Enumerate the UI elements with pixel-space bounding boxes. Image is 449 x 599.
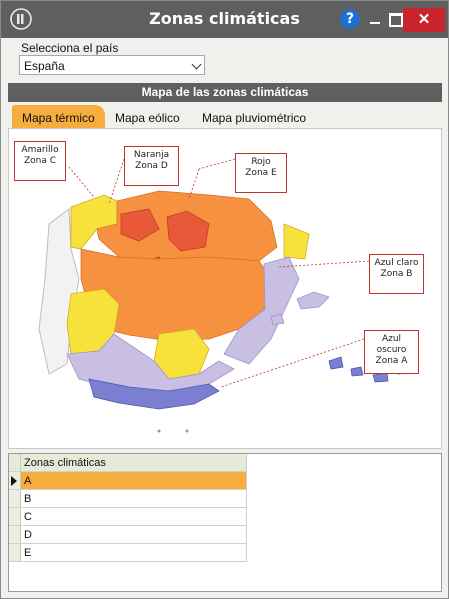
climate-map-panel: Amarillo Zona C Naranja Zona D Rojo Zona E … (8, 128, 442, 449)
country-select-value: España (24, 59, 65, 73)
callout-zone-a: Azul oscuro Zona A (364, 330, 419, 374)
row-selector[interactable] (9, 472, 21, 489)
callout-zone-e: Rojo Zona E (235, 153, 287, 193)
table-cell[interactable]: B (21, 490, 247, 507)
table-cell[interactable]: D (21, 526, 247, 543)
tab-thermal-map[interactable]: Mapa térmico (12, 105, 105, 129)
callout-zone-d: Naranja Zona D (124, 146, 179, 186)
row-selector[interactable] (9, 490, 21, 507)
table-row[interactable]: A (9, 472, 247, 490)
row-selector[interactable] (9, 544, 21, 561)
table-row[interactable]: D (9, 526, 247, 544)
app-window: Zonas climáticas ? ✕ Selecciona el país … (0, 0, 449, 599)
tab-rain-map[interactable]: Mapa pluviométrico (202, 105, 306, 129)
grid-column-header[interactable]: Zonas climáticas (21, 454, 247, 471)
close-button[interactable]: ✕ (403, 8, 445, 32)
row-selector[interactable] (9, 526, 21, 543)
table-row[interactable]: C (9, 508, 247, 526)
minimize-button[interactable] (365, 9, 385, 29)
chevron-down-icon[interactable] (191, 59, 202, 70)
zones-grid-panel: Zonas climáticas A B C D E (8, 453, 442, 592)
country-label: Selecciona el país (21, 41, 119, 55)
row-selector-header (9, 454, 21, 471)
table-cell[interactable]: A (21, 472, 247, 489)
country-select[interactable]: España (19, 55, 205, 75)
row-selector[interactable] (9, 508, 21, 525)
table-cell[interactable]: C (21, 508, 247, 525)
help-icon[interactable]: ? (340, 9, 360, 29)
row-arrow-icon (11, 476, 17, 486)
tab-wind-map[interactable]: Mapa eólico (115, 105, 180, 129)
map-tabs: Mapa térmico Mapa eólico Mapa pluviométr… (8, 105, 442, 129)
zones-grid: Zonas climáticas A B C D E (9, 454, 247, 562)
table-row[interactable]: B (9, 490, 247, 508)
grid-header-row: Zonas climáticas (9, 454, 247, 472)
callout-zone-b: Azul claro Zona B (369, 254, 424, 294)
maximize-button[interactable] (385, 9, 405, 29)
table-cell[interactable]: E (21, 544, 247, 561)
callout-zone-c: Amarillo Zona C (14, 141, 66, 181)
table-row[interactable]: E (9, 544, 247, 562)
map-section-title: Mapa de las zonas climáticas (8, 83, 442, 102)
title-bar[interactable]: Zonas climáticas ? ✕ (1, 1, 448, 38)
